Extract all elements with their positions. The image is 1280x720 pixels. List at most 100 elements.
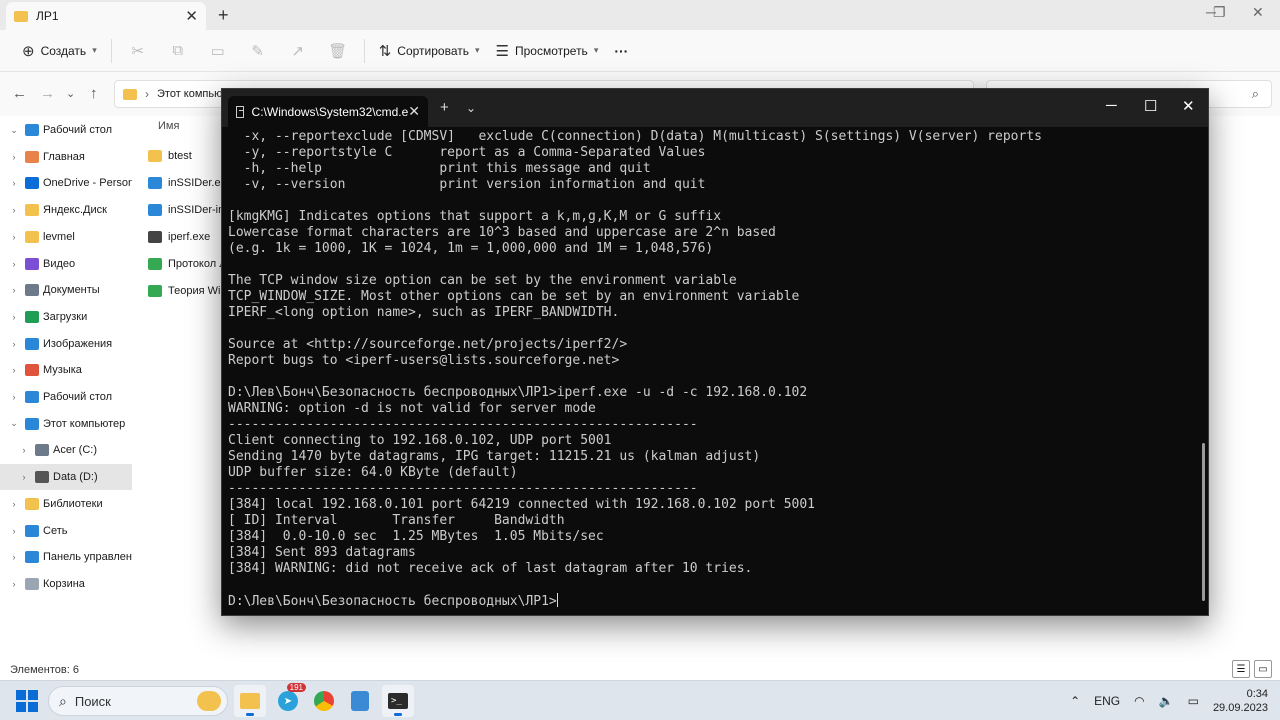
notification-badge: 191 bbox=[286, 683, 306, 692]
terminal-line: [384] 0.0-10.0 sec 1.25 MBytes 1.05 Mbit… bbox=[228, 529, 604, 544]
taskbar-terminal[interactable]: >_ bbox=[382, 685, 414, 717]
sidebar-item-icon bbox=[25, 177, 39, 190]
chevron-right-icon[interactable]: › bbox=[6, 152, 22, 162]
close-tab-icon[interactable]: ✕ bbox=[185, 7, 198, 25]
battery-icon[interactable]: ▭ bbox=[1188, 694, 1199, 708]
explorer-tab-bar: ЛР1 ✕ + ─ ❐ ✕ bbox=[0, 0, 1280, 30]
chevron-right-icon[interactable]: › bbox=[6, 365, 22, 375]
cut-icon[interactable]: ✂ bbox=[118, 42, 158, 60]
sort-button[interactable]: ⇅ Сортировать ▾ bbox=[371, 36, 488, 66]
file-icon bbox=[148, 231, 162, 243]
chevron-right-icon[interactable]: › bbox=[6, 526, 22, 536]
terminal-line: WARNING: option -d is not valid for serv… bbox=[228, 401, 596, 416]
file-list-item[interactable]: inSSIDer.exe bbox=[148, 170, 232, 196]
sidebar-item[interactable]: › Сеть bbox=[0, 518, 132, 544]
sidebar-item[interactable]: › Библиотеки bbox=[0, 491, 132, 517]
taskbar-chrome[interactable] bbox=[308, 685, 340, 717]
terminal-output[interactable]: -x, --reportexclude [CDMSV] exclude C(co… bbox=[228, 129, 1198, 613]
sidebar-item[interactable]: › levmel bbox=[0, 224, 132, 250]
wifi-icon[interactable]: ◠ bbox=[1134, 694, 1144, 708]
sidebar-item[interactable]: › Acer (C:) bbox=[0, 437, 132, 463]
create-button[interactable]: ⊕ Создать ▾ bbox=[14, 36, 105, 66]
terminal-tab[interactable]: C:\Windows\System32\cmd.e ✕ bbox=[228, 96, 428, 127]
taskbar-search[interactable]: ⌕ Поиск bbox=[48, 686, 228, 716]
more-options-button[interactable]: ··· bbox=[606, 36, 636, 66]
chevron-right-icon[interactable]: › bbox=[6, 259, 22, 269]
chevron-right-icon[interactable]: › bbox=[6, 579, 22, 589]
sidebar-item[interactable]: › Загрузки bbox=[0, 304, 132, 330]
delete-icon[interactable]: 🗑 bbox=[318, 42, 358, 60]
view-button[interactable]: ☰ Просмотреть ▾ bbox=[488, 36, 607, 66]
sidebar-item[interactable]: › Музыка bbox=[0, 357, 132, 383]
chevron-right-icon[interactable]: › bbox=[6, 499, 22, 509]
copy-icon[interactable]: ⧉ bbox=[158, 42, 198, 59]
taskbar-file-explorer[interactable] bbox=[234, 685, 266, 717]
sidebar-item[interactable]: › Панель управления bbox=[0, 544, 132, 570]
maximize-icon[interactable]: ☐ bbox=[1144, 97, 1157, 115]
dropdown-chevron-icon[interactable]: ⌄ bbox=[466, 101, 476, 115]
chevron-right-icon[interactable]: › bbox=[6, 392, 22, 402]
up-arrow-icon[interactable]: ↑ bbox=[90, 85, 98, 102]
language-indicator[interactable]: ENG bbox=[1094, 694, 1120, 708]
chevron-right-icon[interactable]: › bbox=[6, 178, 22, 188]
sidebar-item-icon bbox=[25, 124, 39, 136]
chevron-right-icon[interactable]: › bbox=[6, 205, 22, 215]
view-label: Просмотреть bbox=[514, 43, 588, 58]
sidebar-item[interactable]: › Документы bbox=[0, 277, 132, 303]
windows-start-icon[interactable] bbox=[16, 690, 38, 712]
clock[interactable]: 0:34 29.09.2023 bbox=[1213, 687, 1268, 715]
sidebar-item[interactable]: ⌄ Этот компьютер bbox=[0, 411, 132, 437]
close-window-icon[interactable]: ✕ bbox=[1252, 4, 1264, 21]
more-icon: ··· bbox=[614, 42, 629, 59]
tiles-view-icon[interactable]: ▭ bbox=[1254, 660, 1272, 678]
chevron-up-icon[interactable]: ⌃ bbox=[1070, 694, 1080, 708]
new-tab-icon[interactable]: + bbox=[218, 5, 229, 26]
share-icon[interactable]: ↗ bbox=[278, 42, 318, 60]
terminal-prompt-line[interactable]: D:\Лев\Бонч\Безопасность беспроводных\ЛР… bbox=[228, 593, 1198, 610]
terminal-window: C:\Windows\System32\cmd.e ✕ + ⌄ ─ ☐ ✕ -x… bbox=[221, 88, 1209, 616]
taskbar-app[interactable] bbox=[344, 685, 376, 717]
volume-icon[interactable]: 🔈 bbox=[1159, 694, 1174, 708]
chevron-right-icon[interactable]: › bbox=[16, 472, 32, 482]
sidebar-item[interactable]: › Изображения bbox=[0, 331, 132, 357]
minimize-icon[interactable]: ─ bbox=[1106, 97, 1117, 114]
sidebar-item-label: Рабочий стол bbox=[43, 391, 113, 403]
chevron-right-icon[interactable]: › bbox=[6, 552, 22, 562]
explorer-tab[interactable]: ЛР1 ✕ bbox=[6, 2, 206, 30]
chevron-right-icon[interactable]: › bbox=[6, 312, 22, 322]
sidebar-item[interactable]: › Видео bbox=[0, 251, 132, 277]
rename-icon[interactable]: ✎ bbox=[238, 42, 278, 60]
chevron-right-icon[interactable]: › bbox=[16, 445, 32, 455]
forward-arrow-icon[interactable]: → bbox=[40, 85, 55, 102]
file-list-item[interactable]: Теория WiFi bbox=[148, 278, 230, 304]
chevron-down-icon[interactable]: ⌄ bbox=[6, 418, 22, 429]
sidebar-item[interactable]: › Яндекс.Диск bbox=[0, 197, 132, 223]
terminal-line: ----------------------------------------… bbox=[228, 481, 698, 496]
file-list-item[interactable]: btest bbox=[148, 143, 192, 169]
details-view-icon[interactable]: ☰ bbox=[1232, 660, 1250, 678]
sidebar-item[interactable]: › Рабочий стол bbox=[0, 384, 132, 410]
recent-chevron-icon[interactable]: ⌄ bbox=[66, 87, 75, 100]
sidebar-item-label: Изображения bbox=[43, 337, 113, 350]
file-list-item[interactable]: iperf.exe bbox=[148, 224, 210, 250]
sidebar-item[interactable]: › Главная bbox=[0, 144, 132, 170]
plus-circle-icon: ⊕ bbox=[22, 42, 35, 60]
chevron-right-icon[interactable]: › bbox=[6, 232, 22, 242]
back-arrow-icon[interactable]: ← bbox=[12, 85, 27, 102]
paste-icon[interactable]: ▭ bbox=[198, 42, 238, 60]
close-window-icon[interactable]: ✕ bbox=[1182, 97, 1195, 115]
sidebar-item[interactable]: › OneDrive - Personal bbox=[0, 170, 132, 196]
scrollbar[interactable] bbox=[1202, 443, 1205, 601]
chevron-right-icon[interactable]: › bbox=[6, 285, 22, 295]
column-header-name[interactable]: Имя bbox=[158, 120, 179, 132]
chevron-right-icon[interactable]: › bbox=[6, 339, 22, 349]
sidebar-item[interactable]: › Корзина bbox=[0, 571, 132, 597]
new-tab-icon[interactable]: + bbox=[440, 99, 449, 116]
sidebar-item[interactable]: › Data (D:) bbox=[0, 464, 132, 491]
maximize-icon[interactable]: ❐ bbox=[1213, 4, 1226, 21]
sidebar-item[interactable]: ⌄ Рабочий стол bbox=[0, 117, 132, 143]
chevron-down-icon[interactable]: ⌄ bbox=[6, 125, 22, 136]
taskbar-telegram[interactable]: ➤ 191 bbox=[272, 683, 306, 717]
close-tab-icon[interactable]: ✕ bbox=[408, 103, 420, 120]
